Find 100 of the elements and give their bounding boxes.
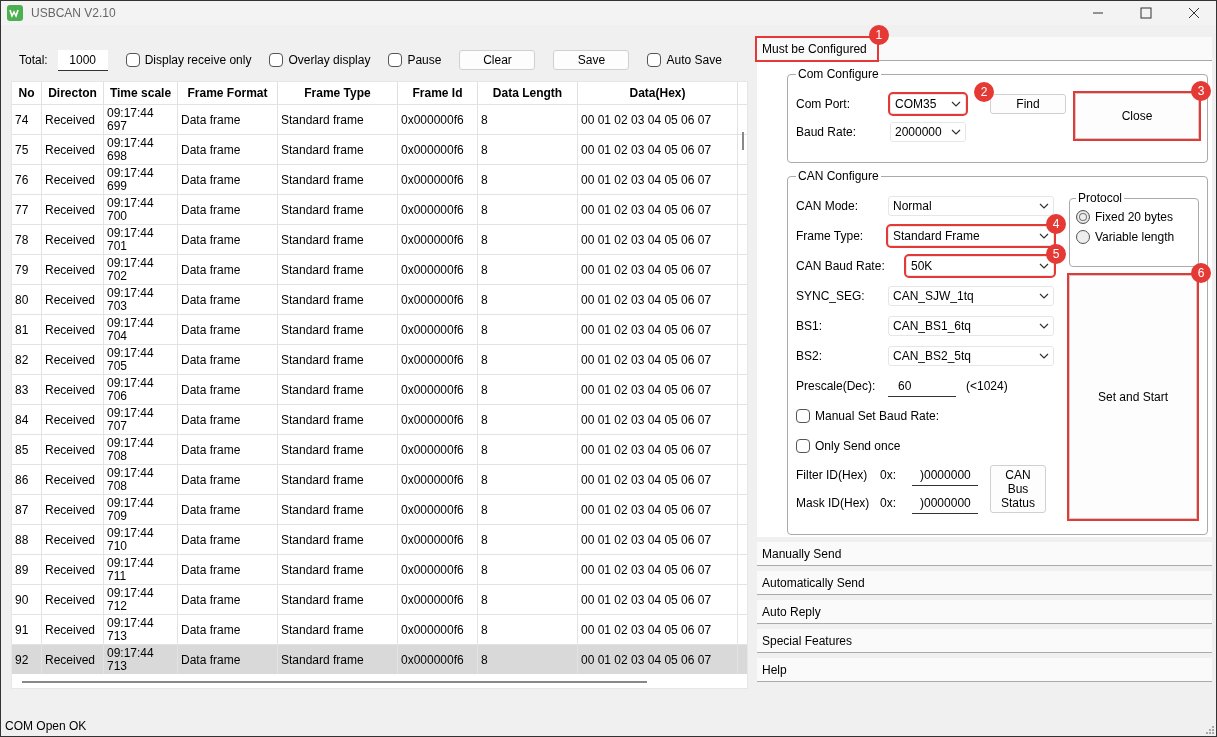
field-label: Mask ID(Hex): [796, 496, 871, 510]
close-button[interactable]: Close: [1075, 92, 1199, 139]
column-header[interactable]: No: [12, 82, 42, 104]
chevron-down-icon: [1039, 203, 1049, 209]
find-button[interactable]: Find: [990, 93, 1066, 114]
set-and-start-button[interactable]: Set and Start: [1069, 275, 1197, 519]
scrollbar-thumb[interactable]: [22, 681, 647, 683]
callout-badge: 2: [974, 81, 994, 102]
table-cell: 00 01 02 03 04 05 06 07: [581, 562, 712, 577]
section-header[interactable]: Special Features: [757, 629, 1212, 653]
dropdown[interactable]: Normal: [888, 196, 1054, 216]
column-header[interactable]: Frame Id: [398, 82, 478, 104]
dropdown[interactable]: CAN_BS1_6tq: [888, 316, 1054, 336]
chevron-down-icon: [1039, 263, 1049, 269]
section-header[interactable]: Auto Reply: [757, 600, 1212, 624]
table-cell: 09:17:44 713: [107, 646, 154, 673]
field-label: CAN Mode:: [796, 199, 860, 213]
hex-prefix: 0x:: [880, 496, 896, 510]
table-cell: 0x000000f6: [401, 442, 464, 457]
toolbar-button[interactable]: Clear: [459, 50, 536, 70]
table-cell: 8: [481, 292, 488, 307]
checkbox[interactable]: [388, 53, 403, 67]
table-cell: Received: [45, 142, 96, 157]
table-cell: 00 01 02 03 04 05 06 07: [581, 442, 712, 457]
table-cell: Standard frame: [281, 292, 364, 307]
bus-status-button[interactable]: CAN Bus Status: [990, 465, 1046, 513]
checkbox-label: Overlay display: [288, 53, 371, 67]
section-header[interactable]: Manually Send: [757, 542, 1212, 566]
chevron-down-icon: [1039, 233, 1049, 239]
column-header[interactable]: Data(Hex): [578, 82, 738, 104]
table-cell: 8: [481, 112, 488, 127]
radio-button[interactable]: [1076, 210, 1090, 224]
table-cell: 8: [481, 262, 488, 277]
table-cell: Data frame: [181, 262, 241, 277]
com-port-dropdown[interactable]: COM35: [890, 93, 966, 114]
column-header[interactable]: Directon: [42, 82, 104, 104]
table-cell: Data frame: [181, 562, 241, 577]
table-cell: Standard frame: [281, 322, 364, 337]
checkbox[interactable]: [647, 53, 662, 67]
chevron-down-icon: [951, 128, 961, 135]
baud-rate-dropdown[interactable]: 2000000: [890, 121, 966, 142]
section-header[interactable]: Help: [757, 658, 1212, 682]
dropdown[interactable]: Standard Frame: [888, 226, 1054, 246]
range-hint: (<1024): [966, 379, 1008, 393]
table-cell: Standard frame: [281, 652, 364, 667]
toolbar-button[interactable]: Save: [553, 50, 630, 70]
section-header[interactable]: Automatically Send: [757, 571, 1212, 595]
table-cell: 74: [15, 112, 29, 127]
table-cell: Standard frame: [281, 532, 364, 547]
table-cell: Data frame: [181, 622, 241, 637]
table-cell: 79: [15, 262, 29, 277]
checkbox[interactable]: [125, 53, 140, 67]
table-cell: Standard frame: [281, 142, 364, 157]
column-header[interactable]: Time scale: [104, 82, 178, 104]
column-header[interactable]: Frame Format: [178, 82, 278, 104]
checkbox-label: Manual Set Baud Rate:: [815, 409, 940, 423]
column-header[interactable]: Data Length: [478, 82, 578, 104]
window-title: USBCAN V2.10: [31, 6, 116, 20]
table-cell: Standard frame: [281, 172, 364, 187]
checkbox[interactable]: [796, 439, 810, 453]
group-title: Protocol: [1077, 191, 1124, 205]
table-cell: Received: [45, 382, 96, 397]
table-cell: 8: [481, 382, 488, 397]
table-cell: 0x000000f6: [401, 592, 464, 607]
table-cell: 8: [481, 322, 488, 337]
checkbox[interactable]: [796, 409, 810, 423]
scrollbar-thumb[interactable]: [742, 132, 744, 150]
table-cell: 0x000000f6: [401, 532, 464, 547]
section-header[interactable]: Must be Configured 1: [757, 25, 1212, 61]
table-cell: 09:17:44 711: [107, 556, 154, 583]
dropdown[interactable]: 50K: [906, 256, 1054, 276]
table-cell: 89: [15, 562, 29, 577]
table-cell: 0x000000f6: [401, 232, 464, 247]
resize-grip-icon[interactable]: [1206, 726, 1214, 734]
radio-button[interactable]: [1076, 230, 1090, 244]
table-cell: Standard frame: [281, 202, 364, 217]
table-cell: Received: [45, 112, 96, 127]
total-field[interactable]: 1000: [57, 49, 108, 71]
table-cell: 0x000000f6: [401, 352, 464, 367]
table-cell: Received: [45, 592, 96, 607]
table-cell: Standard frame: [281, 352, 364, 367]
checkbox[interactable]: [269, 53, 284, 67]
table-cell: 00 01 02 03 04 05 06 07: [581, 652, 712, 667]
table-cell: Standard frame: [281, 622, 364, 637]
table-cell: 09:17:44 697: [107, 106, 154, 133]
field-label: Baud Rate:: [796, 124, 858, 139]
table-cell: 76: [15, 172, 29, 187]
table-cell: 91: [15, 622, 29, 637]
table-cell: 0x000000f6: [401, 412, 464, 427]
table-cell: 09:17:44 704: [107, 316, 154, 343]
column-header[interactable]: Frame Type: [278, 82, 398, 104]
dropdown[interactable]: CAN_SJW_1tq: [888, 286, 1054, 306]
table-cell: Data frame: [181, 352, 241, 367]
dropdown[interactable]: CAN_BS2_5tq: [888, 346, 1054, 366]
close-icon[interactable]: [1188, 7, 1200, 19]
maximize-icon[interactable]: [1140, 7, 1152, 19]
callout-badge: 1: [868, 25, 889, 45]
callout-badge: 6: [1191, 263, 1211, 283]
table-cell: Standard frame: [281, 112, 364, 127]
group-title: Com Configure: [797, 67, 880, 81]
